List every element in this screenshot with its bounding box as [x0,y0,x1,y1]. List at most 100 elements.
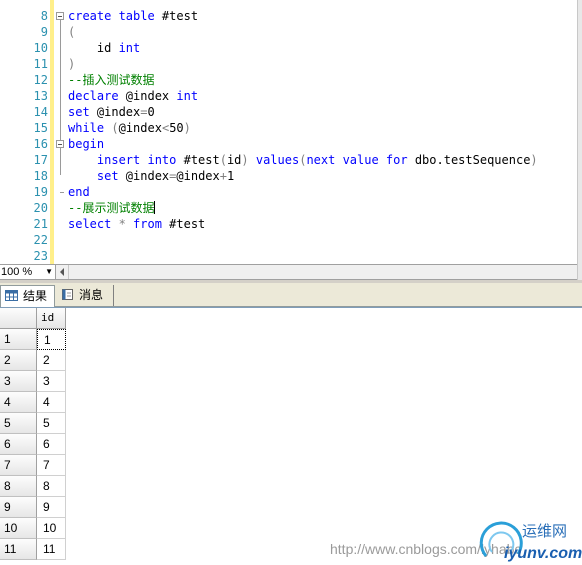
logo-en-text: iyunv.com [504,545,582,562]
zoom-select[interactable]: 100 % ▼ [0,265,56,279]
line-number: 9 [40,25,48,39]
collapse-begin-icon[interactable] [56,140,64,148]
table-cell[interactable]: 7 [37,455,66,476]
code-line[interactable]: ( [68,24,75,40]
code-line[interactable]: --插入测试数据 [68,72,154,88]
code-line[interactable]: set @index=0 [68,104,155,120]
code-line[interactable]: begin [68,136,104,152]
code-token: int [176,89,199,103]
code-token: ) [530,153,538,167]
query-editor[interactable]: 8 9 10 11 12 13 14 15 16 17 18 19 20 21 22 23 create ta… [0,0,577,264]
row-header[interactable]: 10 [0,518,37,539]
code-token: set [68,105,97,119]
row-header[interactable]: 5 [0,413,37,434]
code-token: select [68,217,119,231]
row-header[interactable]: 6 [0,434,37,455]
code-token: + [219,169,227,183]
code-line[interactable]: declare @index int [68,88,198,104]
site-logo: 运维网 iyunv.com [479,521,582,562]
line-number: 14 [33,105,48,119]
code-line[interactable]: while (@index<50) [68,120,191,136]
code-token: id [226,153,242,167]
column-header-id[interactable]: id [37,308,66,329]
row-header[interactable]: 1 [0,329,37,350]
line-number: 18 [33,169,48,183]
code-token: values [255,153,300,167]
chevron-down-icon[interactable]: ▼ [45,265,53,279]
line-number: 21 [33,217,48,231]
row-header[interactable]: 3 [0,371,37,392]
line-number: 8 [40,9,48,23]
code-line[interactable]: set @index=@index+1 [68,168,234,184]
line-number: 16 [33,137,48,151]
code-token: 0 [147,105,155,119]
code-token: end [68,185,90,199]
code-token: @index [118,121,162,135]
code-token: @index [176,169,220,183]
table-cell[interactable]: 4 [37,392,66,413]
code-line[interactable]: end [68,184,90,200]
code-token: ( [219,153,227,167]
code-line[interactable]: ) [68,56,75,72]
row-header[interactable]: 11 [0,539,37,560]
table-cell[interactable]: 6 [37,434,66,455]
table-cell[interactable]: 11 [37,539,66,560]
line-number: 11 [33,57,48,71]
logo-cn-text: 运维网 [522,522,567,540]
code-token: 1 [226,169,235,183]
row-header[interactable]: 7 [0,455,37,476]
scroll-left-arrow-icon[interactable] [57,265,69,279]
table-cell[interactable]: 8 [37,476,66,497]
code-token: dbo.testSequence [414,153,531,167]
row-header[interactable]: 2 [0,350,37,371]
code-token: int [118,41,141,55]
line-number: 20 [33,201,48,215]
line-number-gutter: 8 9 10 11 12 13 14 15 16 17 18 19 20 21 22 23 [0,0,50,264]
vertical-scrollbar[interactable] [577,0,582,280]
code-token: ( [111,121,119,135]
text-caret [154,201,156,214]
line-number: 17 [33,153,48,167]
tab-messages[interactable]: 消息 [57,285,114,306]
fold-end-marker [60,192,64,193]
code-token: ) [241,153,256,167]
collapse-create-table-icon[interactable] [56,12,64,20]
table-cell[interactable]: 2 [37,350,66,371]
table-cell[interactable]: 10 [37,518,66,539]
code-line[interactable]: --展示测试数据 [68,200,156,216]
line-number: 22 [33,233,48,247]
tab-messages-label: 消息 [79,288,104,302]
line-number: 13 [33,89,48,103]
code-token: --展示测试数据 [68,201,155,215]
table-cell[interactable]: 5 [37,413,66,434]
table-cell[interactable]: 9 [37,497,66,518]
code-token: set [68,169,126,183]
code-line[interactable]: create table #test [68,8,198,24]
code-token: #test [169,217,206,231]
code-token: ( [68,25,76,39]
fold-guide-line [60,20,61,175]
code-token: * [118,217,134,231]
table-cell[interactable]: 3 [37,371,66,392]
line-number: 10 [33,41,48,55]
code-token: @index [125,169,170,183]
line-number: 15 [33,121,48,135]
code-line[interactable]: id int [68,40,140,56]
line-number: 12 [33,73,48,87]
code-line[interactable]: select * from #test [68,216,205,232]
code-line[interactable]: insert into #test(id) values(next value … [68,152,538,168]
code-token: create table [68,9,162,23]
code-token: #test [183,153,220,167]
row-header[interactable]: 9 [0,497,37,518]
row-header[interactable]: 8 [0,476,37,497]
line-number: 23 [33,249,48,263]
zoom-bar: 100 % ▼ [0,264,577,280]
code-token: while [68,121,112,135]
table-cell[interactable]: 1 [37,329,66,350]
code-token: next value for [306,153,415,167]
grid-corner[interactable] [0,308,37,329]
code-token: @index [96,105,141,119]
tab-results[interactable]: 结果 [0,285,55,307]
code-token: ) [183,121,191,135]
row-header[interactable]: 4 [0,392,37,413]
